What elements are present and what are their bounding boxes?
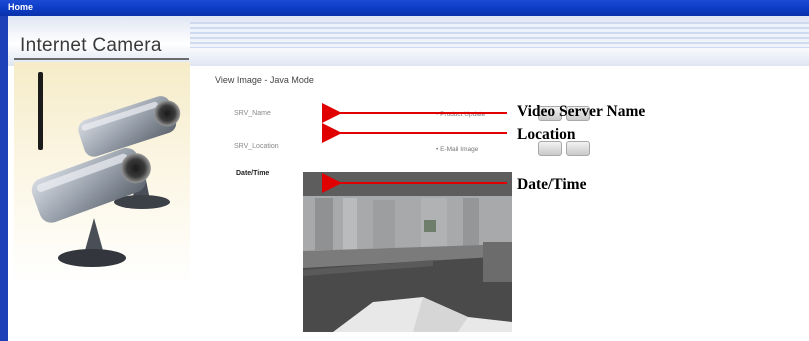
server-name-value: SRV_Name <box>234 110 271 117</box>
datetime-value: Date/Time <box>236 170 270 177</box>
window-title: Home <box>8 2 34 12</box>
datetime-annotation: Date/Time <box>517 176 587 193</box>
video-server-name-annotation: Video Server Name <box>517 103 646 120</box>
location-value: SRV_Location <box>234 143 279 150</box>
header-underline <box>14 58 189 60</box>
window-left-edge <box>0 16 8 341</box>
product-update-link[interactable]: • Product Update <box>436 111 485 118</box>
camera-illustration-icon <box>31 72 181 267</box>
email-image-link[interactable]: • E-Mail Image <box>436 146 478 153</box>
page-title: Internet Camera <box>20 35 162 56</box>
location-annotation: Location <box>517 126 576 143</box>
window-title-bar: Home <box>0 0 809 16</box>
live-video-view <box>303 172 512 332</box>
header-stripes <box>190 22 809 48</box>
mode-heading: View Image - Java Mode <box>215 75 314 85</box>
